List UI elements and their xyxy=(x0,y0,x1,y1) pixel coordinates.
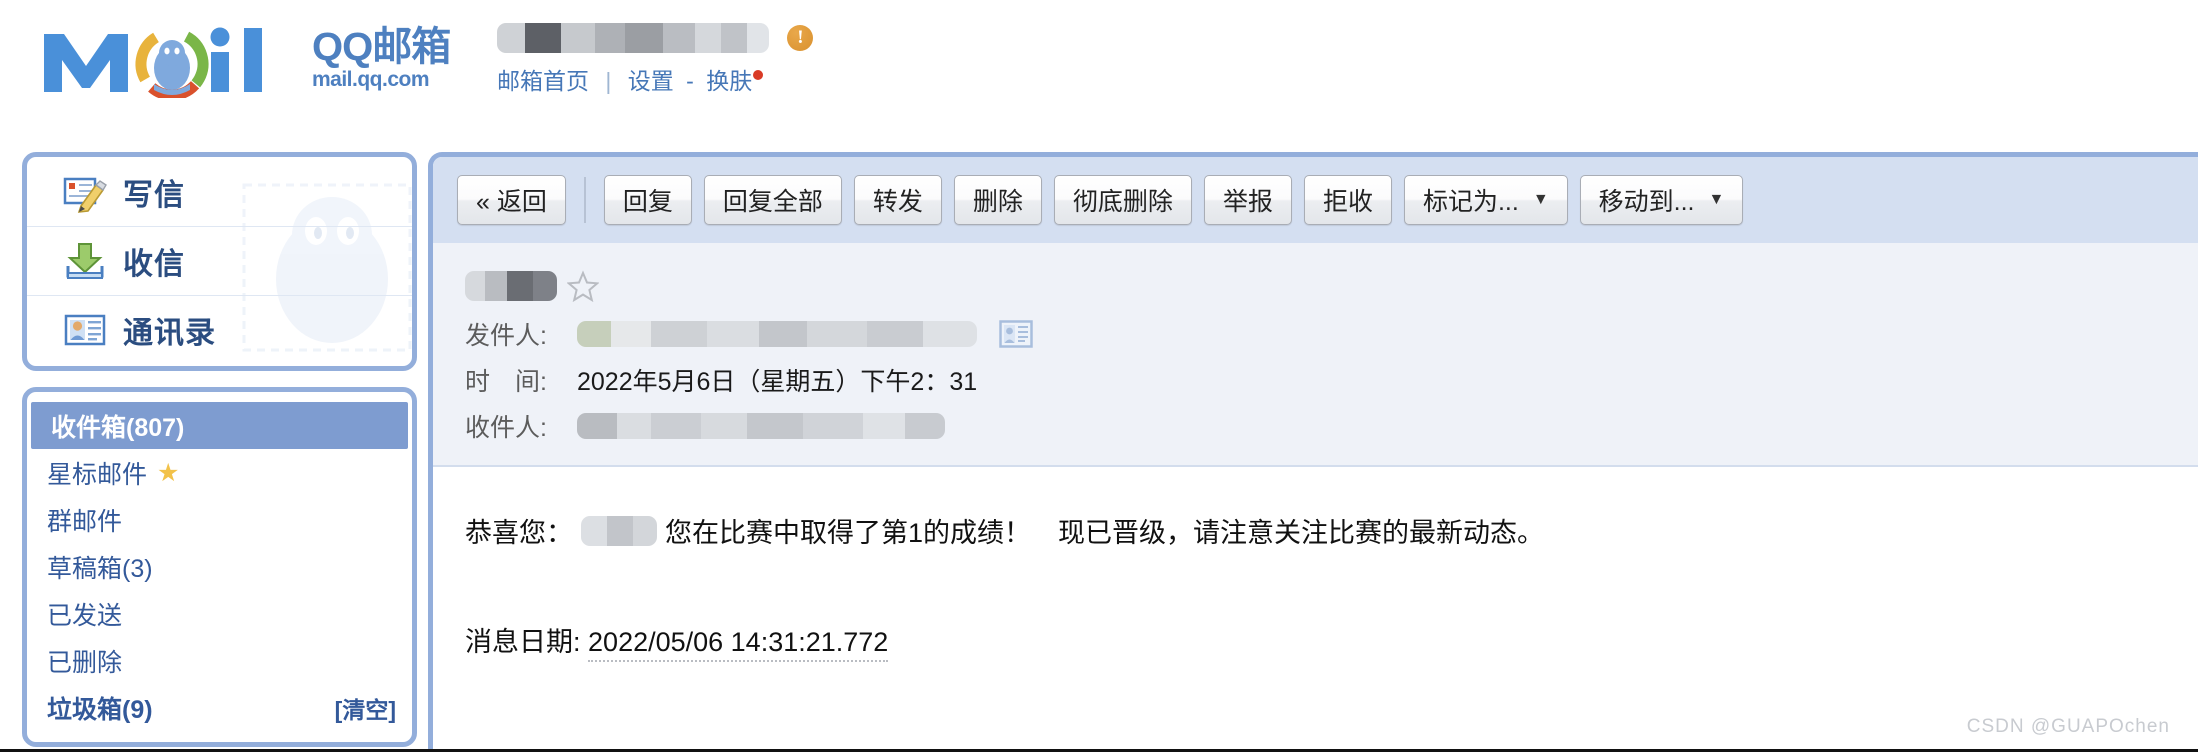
folder-label: 草稿箱(3) xyxy=(47,554,153,583)
folder-item-deleted[interactable]: 已删除 xyxy=(27,637,412,684)
sidebar-item-label: 写信 xyxy=(123,178,185,212)
folder-item-group-mail[interactable]: 群邮件 xyxy=(27,496,412,543)
header-link-skin[interactable]: 换肤 xyxy=(706,68,752,94)
folder-label: 群邮件 xyxy=(47,507,123,536)
header-links: 邮箱首页 | 设置 - 换肤 xyxy=(497,62,764,96)
folder-list: 收件箱(807) 星标邮件 ★ 群邮件 草稿箱(3) 已发送 已删除 垃圾箱(9… xyxy=(22,387,417,747)
mail-time-row: 时 间: 2022年5月6日（星期五）下午2：31 xyxy=(465,357,2198,403)
move-to-label: 移动到... xyxy=(1598,188,1695,216)
folder-item-inbox[interactable]: 收件箱(807) xyxy=(31,402,408,449)
mail-wordmark-icon xyxy=(38,20,308,98)
message-date-label: 消息日期: xyxy=(465,627,581,657)
brand-name-cn: QQ邮箱 xyxy=(312,25,451,70)
back-button[interactable]: « 返回 xyxy=(457,175,566,225)
mail-body-date-line: 消息日期: 2022/05/06 14:31:21.772 xyxy=(465,620,2198,662)
message-date-value: 2022/05/06 14:31:21.772 xyxy=(588,627,889,662)
sidebar-item-receive[interactable]: 收信 xyxy=(27,226,412,295)
toolbar-divider xyxy=(583,177,586,223)
mail-body: 恭喜您： 您在比赛中取得了第1的成绩！ 现已晋级，请注意关注比赛的最新动态。 消… xyxy=(433,467,2198,662)
to-label: 收件人: xyxy=(465,414,547,442)
folder-item-trash[interactable]: 垃圾箱(9) [清空] xyxy=(27,684,412,731)
contact-card-icon[interactable] xyxy=(999,320,1033,348)
folder-label: 已删除 xyxy=(47,648,123,677)
sidebar-item-label: 通讯录 xyxy=(123,317,216,350)
move-to-dropdown[interactable]: 移动到... ▼ xyxy=(1579,175,1744,225)
forward-button[interactable]: 转发 xyxy=(853,175,942,225)
header-link-dash: - xyxy=(686,68,694,94)
header-link-settings[interactable]: 设置 xyxy=(628,68,674,94)
delete-forever-button[interactable]: 彻底删除 xyxy=(1053,175,1192,225)
sidebar-item-compose[interactable]: 写信 xyxy=(27,157,412,226)
star-icon: ★ xyxy=(157,458,180,487)
sidebar: 写信 收信 通讯录 收件箱(807) 星标邮件 ★ 群邮件 草稿箱(3) 已发送… xyxy=(22,152,417,752)
page-header: QQ邮箱 mail.qq.com ! 邮箱首页 | 设置 - 换肤 xyxy=(0,0,2198,138)
greeting-suffix: 您在比赛中取得了第1的成绩！ 现已晋级，请注意关注比赛的最新动态。 xyxy=(665,518,1545,548)
mark-as-dropdown[interactable]: 标记为... ▼ xyxy=(1403,175,1568,225)
folder-item-starred[interactable]: 星标邮件 ★ xyxy=(27,449,412,496)
mail-time-value: 2022年5月6日（星期五）下午2：31 xyxy=(577,368,978,396)
compose-icon xyxy=(63,177,107,213)
mail-toolbar: « 返回 回复 回复全部 转发 删除 彻底删除 举报 拒收 标记为... ▼ 移… xyxy=(433,157,2198,243)
greeting-prefix: 恭喜您： xyxy=(465,518,573,548)
mail-to-redacted xyxy=(577,413,945,439)
receive-icon xyxy=(66,243,104,279)
mark-as-label: 标记为... xyxy=(1422,188,1519,216)
mail-subject-redacted xyxy=(465,271,557,301)
folder-label: 星标邮件 xyxy=(47,460,148,489)
mail-from-row: 发件人: xyxy=(465,311,2198,357)
report-button[interactable]: 举报 xyxy=(1203,175,1292,225)
account-email-redacted xyxy=(497,23,769,53)
reply-button[interactable]: 回复 xyxy=(603,175,692,225)
mail-content-panel: « 返回 回复 回复全部 转发 删除 彻底删除 举报 拒收 标记为... ▼ 移… xyxy=(428,152,2198,752)
delete-button[interactable]: 删除 xyxy=(953,175,1042,225)
folder-label: 已发送 xyxy=(47,601,123,630)
folder-item-drafts[interactable]: 草稿箱(3) xyxy=(27,543,412,590)
csdn-watermark: CSDN @GUAPOchen xyxy=(1966,716,2170,737)
mail-to-row: 收件人: xyxy=(465,403,2198,449)
folder-label: 收件箱(807) xyxy=(51,413,185,442)
header-link-separator: | xyxy=(605,68,612,94)
brand-url: mail.qq.com xyxy=(312,68,430,92)
account-area: ! xyxy=(497,23,814,53)
mail-subject-row xyxy=(465,265,2198,307)
mail-from-redacted xyxy=(577,321,977,347)
brand-text: QQ邮箱 mail.qq.com xyxy=(312,20,451,98)
header-link-home[interactable]: 邮箱首页 xyxy=(497,68,589,94)
chevron-down-icon: ▼ xyxy=(1708,191,1725,208)
warning-badge-icon[interactable]: ! xyxy=(787,25,814,51)
brand-logo[interactable]: QQ邮箱 mail.qq.com xyxy=(38,20,451,98)
star-toggle-icon[interactable] xyxy=(567,270,599,302)
recipient-name-redacted xyxy=(581,515,657,546)
sidebar-item-label: 收信 xyxy=(123,248,185,281)
from-label: 发件人: xyxy=(465,322,547,350)
sidebar-item-contacts[interactable]: 通讯录 xyxy=(27,295,412,364)
new-feature-dot-icon xyxy=(753,70,764,81)
contacts-icon xyxy=(64,314,106,346)
reply-all-button[interactable]: 回复全部 xyxy=(703,175,842,225)
mail-body-greeting: 恭喜您： 您在比赛中取得了第1的成绩！ 现已晋级，请注意关注比赛的最新动态。 xyxy=(465,511,2198,550)
qq-mail-page: QQ邮箱 mail.qq.com ! 邮箱首页 | 设置 - 换肤 写信 收信 … xyxy=(0,0,2198,752)
folder-item-sent[interactable]: 已发送 xyxy=(27,590,412,637)
reject-button[interactable]: 拒收 xyxy=(1303,175,1392,225)
folder-label: 垃圾箱(9) xyxy=(47,695,153,724)
chevron-down-icon: ▼ xyxy=(1532,191,1549,208)
time-label: 时 间: xyxy=(465,368,547,396)
empty-trash-link[interactable]: [清空] xyxy=(335,691,396,725)
sidebar-nav-panel: 写信 收信 通讯录 xyxy=(22,152,417,371)
mail-header: 发件人: 时 间: 2022年5月6日（星期五）下午2：31 收件人: xyxy=(433,243,2198,467)
